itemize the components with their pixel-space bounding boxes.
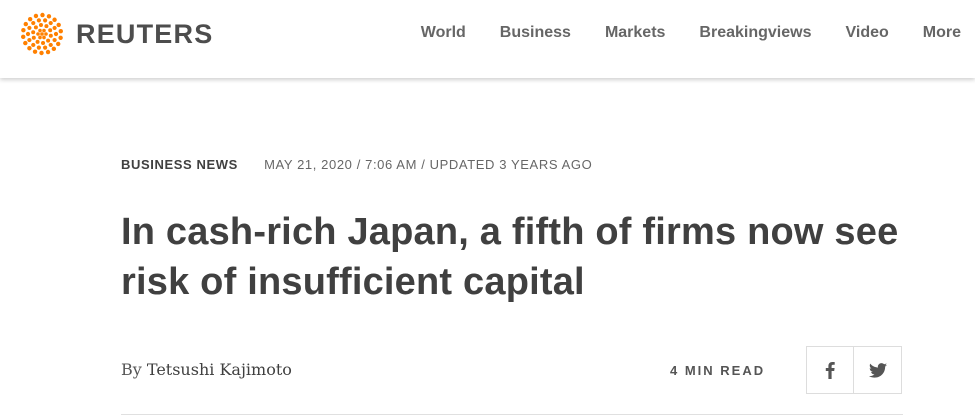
article-meta: BUSINESS NEWS MAY 21, 2020 / 7:06 AM / U…: [121, 157, 592, 172]
main-nav: World Business Markets Breakingviews Vid…: [421, 24, 961, 42]
brand-name: REUTERS: [76, 18, 214, 49]
reuters-logo[interactable]: REUTERS: [20, 12, 214, 56]
author-name[interactable]: Tetsushi Kajimoto: [147, 360, 292, 379]
facebook-share-button[interactable]: [806, 346, 854, 394]
top-navigation-bar: REUTERS World Business Markets Breakingv…: [0, 0, 975, 78]
nav-item-markets[interactable]: Markets: [605, 24, 665, 42]
dateline: MAY 21, 2020 / 7:06 AM / UPDATED 3 YEARS…: [264, 157, 593, 172]
byline: By Tetsushi Kajimoto: [121, 360, 292, 379]
article-headline: In cash-rich Japan, a fifth of firms now…: [121, 211, 899, 303]
nav-item-business[interactable]: Business: [500, 24, 571, 42]
section-label[interactable]: BUSINESS NEWS: [121, 157, 238, 172]
read-time: 4 MIN READ: [670, 363, 766, 378]
divider: [121, 414, 903, 415]
nav-item-world[interactable]: World: [421, 24, 466, 42]
facebook-icon: [825, 362, 835, 379]
nav-item-breakingviews[interactable]: Breakingviews: [699, 24, 811, 42]
nav-item-video[interactable]: Video: [845, 24, 888, 42]
twitter-share-button[interactable]: [854, 346, 902, 394]
share-buttons: [806, 346, 902, 394]
reuters-logo-icon: [21, 12, 63, 56]
twitter-icon: [868, 362, 887, 378]
nav-item-more[interactable]: More: [923, 24, 961, 42]
byline-prefix: By: [121, 360, 142, 379]
